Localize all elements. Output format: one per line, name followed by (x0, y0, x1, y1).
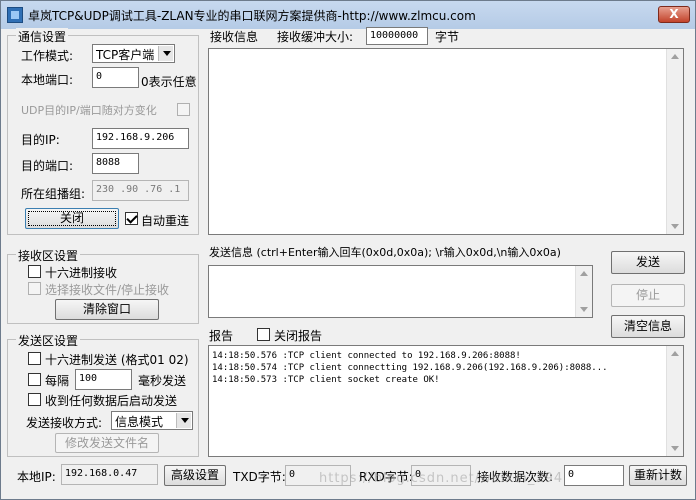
report-line: 14:18:50.576 :TCP client connected to 19… (212, 351, 521, 361)
udp-random-label: UDP目的IP/端口随对方变化 (21, 104, 157, 117)
close-report-checkbox[interactable] (257, 328, 270, 341)
recv-settings-legend: 接收区设置 (16, 247, 81, 264)
send-info-label: 发送信息 (ctrl+Enter输入回车(0x0d,0x0a); \r输入0x0… (209, 246, 561, 259)
interval-input[interactable]: 100 (75, 369, 132, 390)
recount-button[interactable]: 重新计数 (629, 465, 687, 486)
chevron-down-icon (176, 413, 191, 428)
hex-send-label: 十六进制发送 (格式01 02) (45, 353, 189, 367)
chevron-down-icon (158, 46, 173, 61)
advanced-settings-button[interactable]: 高级设置 (164, 465, 226, 486)
modify-send-file-button[interactable]: 修改发送文件名 (55, 433, 159, 453)
scroll-down-icon (671, 224, 679, 229)
report-line: 14:18:50.574 :TCP client connectting 192… (212, 363, 608, 373)
receive-file-checkbox[interactable] (28, 282, 41, 295)
app-icon (7, 7, 23, 23)
scroll-down-icon (671, 446, 679, 451)
work-mode-label: 工作模式: (21, 49, 74, 63)
window-title: 卓岚TCP&UDP调试工具-ZLAN专业的串口联网方案提供商-http://ww… (28, 9, 476, 23)
watermark: https://blog.csdn.net/weixin_294 (319, 471, 564, 486)
report-textarea[interactable]: 14:18:50.576 :TCP client connected to 19… (208, 345, 684, 457)
clear-info-button[interactable]: 清空信息 (611, 315, 685, 338)
interval-label: 每隔 (45, 374, 70, 388)
close-window-button[interactable]: X (658, 6, 690, 23)
recv-count-value: 0 (564, 465, 624, 486)
dest-ip-label: 目的IP: (21, 133, 60, 147)
send-textarea[interactable] (208, 265, 593, 318)
local-port-hint: 0表示任意 (141, 75, 197, 89)
txd-label: TXD字节: (233, 470, 286, 484)
auto-reconnect-checkbox[interactable] (125, 212, 138, 225)
auto-reconnect-label: 自动重连 (141, 214, 190, 228)
send-settings-legend: 发送区设置 (16, 332, 81, 349)
multicast-input[interactable]: 230 .90 .76 .1 (92, 180, 189, 201)
title-bar[interactable]: 卓岚TCP&UDP调试工具-ZLAN专业的串口联网方案提供商-http://ww… (1, 1, 695, 29)
buffer-size-label: 接收缓冲大小: (277, 30, 354, 44)
send-scrollbar[interactable] (575, 266, 592, 317)
udp-random-checkbox[interactable] (177, 103, 190, 116)
interval-unit: 毫秒发送 (138, 374, 187, 388)
scroll-up-icon (671, 351, 679, 356)
local-port-label: 本地端口: (21, 73, 74, 87)
report-scrollbar[interactable] (666, 346, 683, 456)
receive-scrollbar[interactable] (666, 49, 683, 234)
buffer-size-input[interactable]: 10000000 (366, 27, 428, 45)
interval-send-checkbox[interactable] (28, 373, 41, 386)
stop-button[interactable]: 停止 (611, 284, 685, 307)
dest-ip-input[interactable]: 192.168.9.206 (92, 128, 189, 149)
local-ip-label: 本地IP: (17, 470, 56, 484)
app-window: 卓岚TCP&UDP调试工具-ZLAN专业的串口联网方案提供商-http://ww… (0, 0, 696, 500)
receive-info-label: 接收信息 (210, 30, 259, 44)
report-label: 报告 (209, 329, 234, 343)
send-on-receive-checkbox[interactable] (28, 393, 41, 406)
hex-receive-label: 十六进制接收 (45, 266, 118, 280)
dest-port-input[interactable]: 8088 (92, 153, 139, 174)
work-mode-select[interactable]: TCP客户端 (92, 44, 175, 63)
close-report-label: 关闭报告 (274, 329, 323, 343)
close-connection-button[interactable]: 关闭 (25, 208, 119, 229)
receive-file-label: 选择接收文件/停止接收 (45, 283, 170, 297)
hex-send-checkbox[interactable] (28, 352, 41, 365)
clear-window-button[interactable]: 清除窗口 (55, 299, 159, 320)
multicast-label: 所在组播组: (21, 187, 86, 201)
comm-settings-legend: 通信设置 (16, 28, 69, 45)
send-button[interactable]: 发送 (611, 251, 685, 274)
receive-textarea[interactable] (208, 48, 684, 235)
local-ip-value: 192.168.0.47 (61, 464, 158, 485)
buffer-size-unit: 字节 (435, 30, 460, 44)
send-mode-value: 信息模式 (115, 415, 164, 429)
scroll-up-icon (580, 271, 588, 276)
hex-receive-checkbox[interactable] (28, 265, 41, 278)
send-mode-label: 发送接收方式: (26, 416, 103, 430)
dest-port-label: 目的端口: (21, 159, 74, 173)
scroll-up-icon (671, 54, 679, 59)
report-line: 14:18:50.573 :TCP client socket create O… (212, 375, 440, 385)
local-port-input[interactable]: 0 (92, 67, 139, 88)
work-mode-value: TCP客户端 (96, 48, 155, 62)
send-on-receive-label: 收到任何数据后启动发送 (45, 394, 178, 408)
scroll-down-icon (580, 307, 588, 312)
send-mode-select[interactable]: 信息模式 (111, 411, 193, 430)
